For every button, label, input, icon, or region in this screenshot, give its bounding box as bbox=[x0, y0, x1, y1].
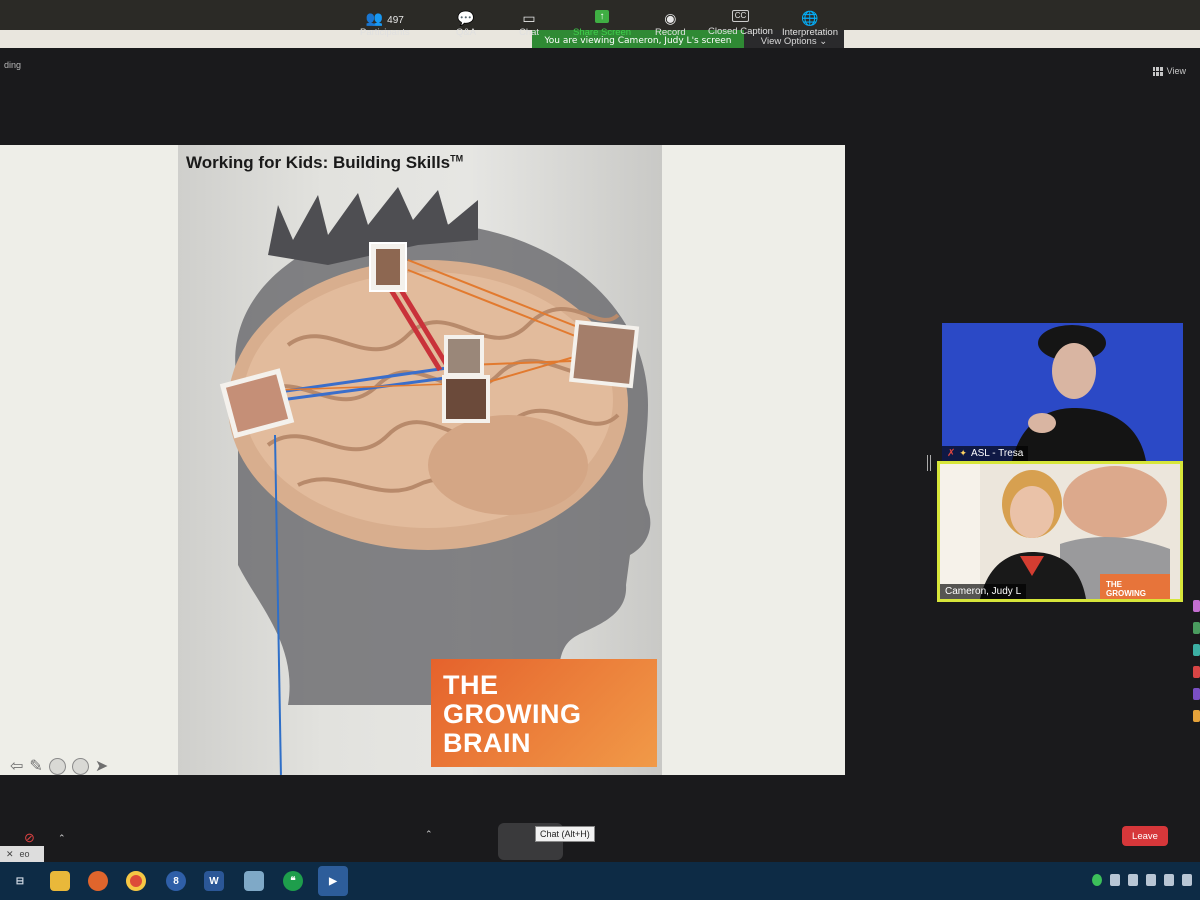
pointer-icon[interactable]: ➤ bbox=[95, 756, 108, 776]
meeting-toolbar bbox=[0, 815, 1200, 862]
tray-app-icon[interactable] bbox=[1164, 874, 1174, 886]
cc-icon: CC bbox=[731, 10, 750, 22]
share-screen-button[interactable]: ↑ Share Screen bbox=[573, 10, 631, 38]
globe-icon: 🌐 bbox=[801, 10, 819, 26]
more-icon[interactable] bbox=[71, 757, 89, 775]
chat-icon: ▭ bbox=[522, 10, 536, 26]
edge-marker bbox=[1193, 710, 1200, 722]
interpretation-label: Interpretation bbox=[782, 27, 838, 38]
participant-count: 497 bbox=[387, 15, 404, 26]
record-icon: ◉ bbox=[664, 10, 677, 26]
presentation-slide: Working for Kids: Building SkillsTM THE … bbox=[178, 145, 662, 775]
word-icon[interactable]: W bbox=[204, 871, 224, 891]
cc-label: Closed Caption bbox=[708, 26, 773, 37]
edge-marker bbox=[1193, 600, 1200, 612]
edge-marker bbox=[1193, 688, 1200, 700]
video-options-caret[interactable]: ⌃ bbox=[58, 833, 66, 844]
split-view-handle[interactable] bbox=[927, 455, 931, 471]
window-edge-markers bbox=[1193, 600, 1200, 732]
participant-video bbox=[940, 464, 1180, 599]
recording-label: ding bbox=[4, 60, 22, 70]
video-label: eo bbox=[19, 849, 30, 859]
record-label: Record bbox=[655, 27, 686, 38]
notepad-icon[interactable] bbox=[244, 871, 264, 891]
interpretation-button[interactable]: 🌐 Interpretation bbox=[782, 10, 838, 38]
tray-app-icon[interactable] bbox=[1128, 874, 1138, 886]
mic-muted-icon: ✗ bbox=[947, 448, 956, 459]
chat-button[interactable]: ▭ Chat bbox=[519, 10, 539, 38]
participant-name: ASL - Tresa bbox=[970, 448, 1024, 459]
os-taskbar: ⊟ 8 W ❝ ▶ bbox=[0, 862, 1200, 900]
participants-caret[interactable]: ⌃ bbox=[425, 829, 433, 840]
app-8-icon[interactable]: 8 bbox=[166, 871, 186, 891]
mic-icon[interactable] bbox=[1182, 874, 1192, 886]
participant-name-bar: Cameron, Judy L bbox=[940, 584, 1027, 599]
slide-annotation-bar: ⇦ ✎ ➤ bbox=[10, 756, 108, 776]
participant-video bbox=[942, 323, 1183, 461]
participant-name: Cameron, Judy L bbox=[945, 586, 1022, 597]
chrome-icon[interactable] bbox=[126, 871, 146, 891]
video-off-icon[interactable]: ⊘ bbox=[24, 830, 35, 846]
edge-marker bbox=[1193, 644, 1200, 656]
system-tray bbox=[1092, 874, 1192, 886]
slide-title: Working for Kids: Building SkillsTM bbox=[186, 153, 464, 172]
edge-marker bbox=[1193, 622, 1200, 634]
zoom-icon[interactable]: ▶ bbox=[318, 866, 348, 896]
thumb-brand: THE GROWING bbox=[1106, 580, 1146, 598]
tray-app-icon[interactable] bbox=[1110, 874, 1120, 886]
view-button[interactable]: View bbox=[1152, 66, 1186, 76]
qa-icon: 💬 bbox=[457, 10, 475, 26]
chat-label: Chat bbox=[519, 27, 540, 38]
qa-label: Q&A bbox=[456, 27, 477, 38]
tray-app-icon[interactable] bbox=[1146, 874, 1156, 886]
leave-button[interactable]: Leave bbox=[1122, 826, 1168, 846]
brand-line-3: BRAIN bbox=[443, 728, 531, 758]
subtitle-icon[interactable] bbox=[48, 757, 66, 775]
stop-video-button[interactable]: ✕ eo bbox=[0, 846, 44, 862]
growing-brain-logo: THE GROWING BRAIN bbox=[431, 659, 657, 767]
brand-line-2: GROWING bbox=[443, 699, 582, 729]
tray-status-icon[interactable] bbox=[1092, 874, 1102, 886]
file-explorer-icon[interactable] bbox=[50, 871, 70, 891]
record-button[interactable]: ◉ Record bbox=[655, 10, 686, 38]
participants-label: Participants bbox=[360, 27, 410, 38]
participants-icon: 👥 497 bbox=[365, 10, 404, 26]
view-label: View bbox=[1166, 66, 1186, 76]
brand-line-1: THE bbox=[443, 670, 499, 700]
pin-icon: ✦ bbox=[959, 448, 967, 458]
task-view-icon[interactable]: ⊟ bbox=[10, 871, 30, 891]
grid-view-icon bbox=[1152, 66, 1163, 76]
pen-icon[interactable]: ✎ bbox=[29, 756, 42, 776]
back-arrow-icon[interactable]: ⇦ bbox=[10, 756, 23, 776]
edge-marker bbox=[1193, 666, 1200, 678]
video-tile-asl[interactable]: ✗ ✦ ASL - Tresa bbox=[942, 323, 1183, 461]
share-label: Share Screen bbox=[573, 27, 632, 38]
chat-tooltip: Chat (Alt+H) bbox=[535, 826, 595, 842]
qa-button[interactable]: 💬 Q&A bbox=[456, 10, 476, 38]
participants-button[interactable]: 👥 497 Participants bbox=[360, 10, 410, 38]
share-arrow-icon: ↑ bbox=[595, 10, 610, 23]
firefox-icon[interactable] bbox=[88, 871, 108, 891]
close-icon: ✕ bbox=[6, 848, 14, 859]
video-tile-speaker[interactable]: THE GROWING Cameron, Judy L bbox=[937, 461, 1183, 602]
hangouts-icon[interactable]: ❝ bbox=[283, 871, 303, 891]
participant-name-bar: ✗ ✦ ASL - Tresa bbox=[942, 446, 1029, 461]
closed-caption-button[interactable]: CC Closed Caption bbox=[708, 10, 773, 37]
trademark: TM bbox=[450, 153, 464, 164]
